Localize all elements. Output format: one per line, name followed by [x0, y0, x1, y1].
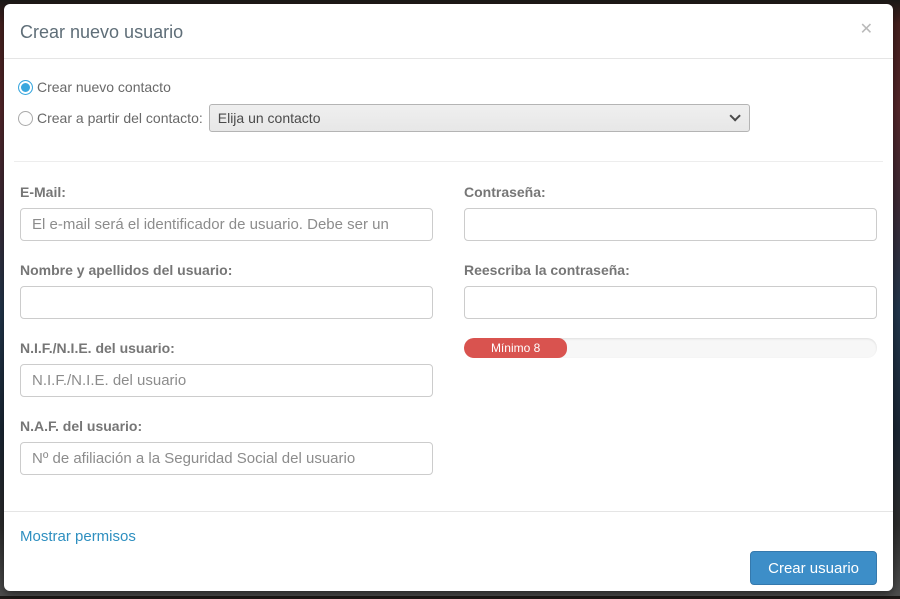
radio-unselected-icon[interactable] [18, 111, 33, 126]
user-form: E-Mail: Nombre y apellidos del usuario: … [4, 162, 893, 511]
radio-new-contact[interactable]: Crear nuevo contacto [18, 77, 171, 97]
show-permissions-link[interactable]: Mostrar permisos [20, 528, 136, 545]
create-user-button[interactable]: Crear usuario [750, 551, 877, 585]
radio-new-contact-label: Crear nuevo contacto [37, 77, 171, 97]
contact-select-value: Elija un contacto [218, 110, 321, 126]
contact-mode-section: Crear nuevo contacto Crear a partir del … [4, 59, 893, 139]
email-field[interactable] [20, 208, 433, 241]
modal-title: Crear nuevo usuario [20, 20, 183, 44]
password-strength-bar: Mínimo 8 [464, 338, 567, 358]
nif-field[interactable] [20, 364, 433, 397]
naf-field[interactable] [20, 442, 433, 475]
full-name-label: Nombre y apellidos del usuario: [20, 260, 433, 280]
full-name-field[interactable] [20, 286, 433, 319]
password-repeat-label: Reescriba la contraseña: [464, 260, 877, 280]
modal-footer: Mostrar permisos Crear usuario [4, 512, 893, 599]
form-right-column: Contraseña: Reescriba la contraseña: Mín… [464, 182, 877, 475]
nif-label: N.I.F./N.I.E. del usuario: [20, 338, 433, 358]
chevron-down-icon [729, 110, 740, 121]
email-label: E-Mail: [20, 182, 433, 202]
password-repeat-field[interactable] [464, 286, 877, 319]
radio-selected-icon[interactable] [18, 80, 33, 95]
modal-header: Crear nuevo usuario ✕ [4, 4, 893, 59]
radio-from-contact[interactable]: Crear a partir del contacto: [18, 108, 203, 128]
password-strength-meter: Mínimo 8 [464, 338, 877, 358]
naf-label: N.A.F. del usuario: [20, 416, 433, 436]
password-field[interactable] [464, 208, 877, 241]
create-user-modal: Crear nuevo usuario ✕ Crear nuevo contac… [4, 4, 893, 591]
contact-select[interactable]: Elija un contacto [209, 104, 750, 132]
form-left-column: E-Mail: Nombre y apellidos del usuario: … [20, 182, 433, 475]
radio-from-contact-label: Crear a partir del contacto: [37, 108, 203, 128]
password-label: Contraseña: [464, 182, 877, 202]
close-icon[interactable]: ✕ [856, 20, 877, 40]
